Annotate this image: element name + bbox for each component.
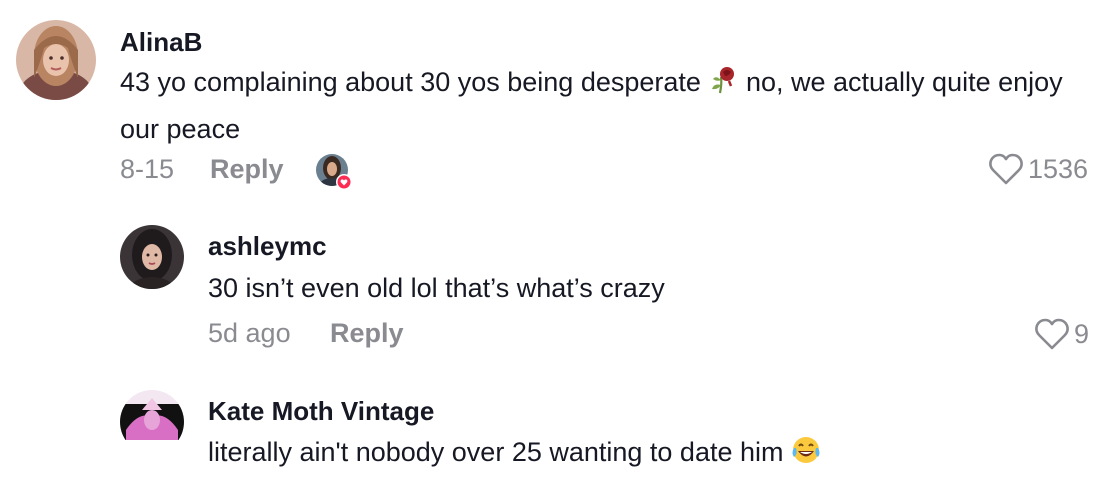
heart-icon xyxy=(1035,318,1069,350)
comment-alinab: AlinaB 43 yo complaining about 30 yos be… xyxy=(0,0,1116,200)
comment-text: 30 isn’t even old lol that’s what’s craz… xyxy=(208,273,665,303)
avatar-image xyxy=(16,20,96,100)
avatar[interactable] xyxy=(16,20,96,100)
comment-kate-moth-vintage: Kate Moth Vintage literally ain't nobody… xyxy=(0,370,1116,478)
avatar[interactable] xyxy=(120,390,184,454)
comment-text-body: literally ain't nobody over 25 wanting t… xyxy=(208,437,784,467)
comment-text: 43 yo complaining about 30 yos being des… xyxy=(120,61,1090,151)
reply-button[interactable]: Reply xyxy=(210,154,284,185)
comment-text: literally ain't nobody over 25 wanting t… xyxy=(208,431,1088,478)
avatar-image xyxy=(120,225,184,289)
tears-of-joy-icon xyxy=(791,435,821,478)
username[interactable]: ashleymc xyxy=(208,231,327,262)
like-count: 9 xyxy=(1074,318,1090,349)
like-count: 1536 xyxy=(1028,153,1089,184)
comment-date: 5d ago xyxy=(208,318,291,348)
comment-ashleymc: ashleymc 30 isn’t even old lol that’s wh… xyxy=(0,205,1116,365)
username[interactable]: Kate Moth Vintage xyxy=(208,396,434,427)
reply-button[interactable]: Reply xyxy=(330,318,404,349)
wilted-rose-icon xyxy=(708,65,738,108)
avatar-image xyxy=(120,390,184,454)
comment-date: 8-15 xyxy=(120,154,175,184)
avatar[interactable] xyxy=(120,225,184,289)
username[interactable]: AlinaB xyxy=(120,27,202,58)
creator-liked-badge xyxy=(316,154,354,192)
heart-icon xyxy=(989,153,1023,185)
creator-avatar-icon xyxy=(316,154,352,190)
like-button[interactable]: 9 xyxy=(1034,317,1089,351)
comment-text-part-1: 43 yo complaining about 30 yos being des… xyxy=(120,67,701,97)
like-button[interactable]: 1536 xyxy=(988,152,1088,186)
